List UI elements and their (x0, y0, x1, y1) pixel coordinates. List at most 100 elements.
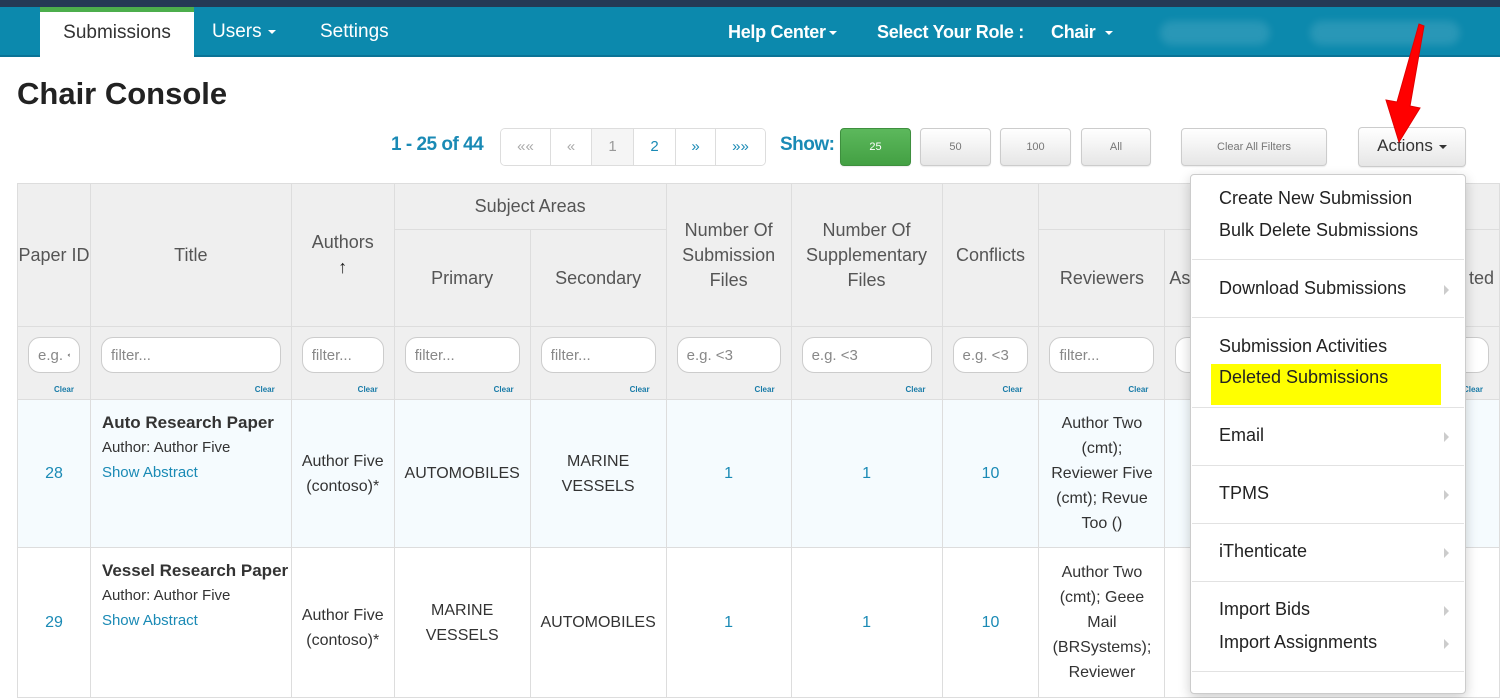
authors-filter-input[interactable] (301, 337, 384, 373)
menu-item-deleted-submissions[interactable]: Deleted Submissions (1219, 367, 1388, 388)
role-label-text: Select Your Role : (877, 22, 1024, 42)
filter-cell-title: Clear (89, 326, 292, 400)
paper-author: Author: Author Five (102, 435, 291, 460)
menu-divider (1192, 581, 1464, 582)
submenu-arrow-icon (1444, 639, 1449, 649)
col-header-conflicts[interactable]: Conflicts (941, 183, 1040, 327)
author-name: Author Five (153, 439, 231, 456)
tab-settings[interactable]: Settings (320, 7, 389, 57)
menu-item-ithenticate[interactable]: iThenticate (1219, 541, 1307, 562)
clear-filter-link[interactable]: Clear (494, 385, 514, 394)
caret-down-icon (267, 29, 276, 34)
col-header-num-supplementary-files[interactable]: Number Of Supplementary Files (790, 183, 943, 327)
col-group-subject-areas: Subject Areas (393, 183, 667, 230)
show-label: Show: (780, 134, 835, 155)
filter-cell-reviewers: Clear (1038, 326, 1166, 400)
conflicts-link[interactable]: 10 (982, 465, 1000, 482)
conflicts-filter-input[interactable] (952, 337, 1029, 373)
reviewers-cell: Author Two (cmt); Reviewer Five (cmt); R… (1038, 399, 1166, 548)
menu-item-bulk-delete-submissions[interactable]: Bulk Delete Submissions (1219, 220, 1418, 241)
header-label: Authors (311, 232, 374, 252)
last-page-button[interactable]: »» (716, 129, 765, 165)
col-header-primary[interactable]: Primary (393, 229, 531, 327)
submenu-arrow-icon (1444, 285, 1449, 295)
paper-id-cell: 28 (17, 399, 91, 548)
secondary-cell: AUTOMOBILES (529, 547, 667, 698)
role-selector[interactable]: Chair (1051, 7, 1113, 57)
clear-filter-link[interactable]: Clear (630, 385, 650, 394)
clear-filter-link[interactable]: Clear (1002, 385, 1022, 394)
page-1-button[interactable]: 1 (592, 129, 634, 165)
num-submission-files-filter-input[interactable] (676, 337, 781, 373)
clear-filter-link[interactable]: Clear (905, 385, 925, 394)
num-supplementary-files-cell: 1 (790, 399, 943, 548)
author-label: Author: (101, 587, 151, 604)
help-center-menu[interactable]: Help Center (728, 7, 837, 57)
paper-id-filter-input[interactable] (28, 337, 80, 373)
show-abstract-link[interactable]: Show Abstract (102, 608, 291, 633)
paper-id-link[interactable]: 28 (45, 465, 63, 482)
filter-cell-secondary: Clear (529, 326, 667, 400)
page-size-25-button[interactable]: 25 (840, 128, 911, 166)
header-label: As (1169, 267, 1191, 288)
num-submission-files-cell: 1 (665, 399, 792, 548)
col-header-paper-id[interactable]: Paper ID (17, 183, 91, 327)
clear-filter-link[interactable]: Clear (54, 385, 74, 394)
reviewers-filter-input[interactable] (1049, 337, 1155, 373)
tab-submissions[interactable]: Submissions (40, 7, 194, 58)
num-submission-files-cell: 1 (665, 547, 792, 698)
page-size-50-button[interactable]: 50 (920, 128, 991, 166)
next-page-button[interactable]: » (676, 129, 716, 165)
navbar: Submissions Users Settings Help Center S… (0, 7, 1500, 58)
paper-author: Author: Author Five (102, 583, 291, 608)
menu-divider (1192, 671, 1464, 672)
submenu-arrow-icon (1444, 432, 1449, 442)
num-supplementary-files-link[interactable]: 1 (862, 465, 871, 482)
filter-cell-num-supplementary-files: Clear (790, 326, 943, 400)
col-header-authors[interactable]: Authors ↑ (290, 183, 395, 327)
num-supplementary-files-filter-input[interactable] (801, 337, 932, 373)
paper-id-link[interactable]: 29 (45, 614, 63, 631)
clear-filter-link[interactable]: Clear (1128, 385, 1148, 394)
pagination-range: 1 - 25 of 44 (391, 134, 484, 155)
first-page-button[interactable]: «« (501, 129, 551, 165)
clear-filter-link[interactable]: Clear (755, 385, 775, 394)
menu-divider (1192, 523, 1464, 524)
tab-label: Settings (320, 21, 389, 42)
authors-cell: Author Five (contoso)* (290, 399, 395, 548)
filter-cell-paper-id: Clear (17, 326, 91, 400)
num-submission-files-link[interactable]: 1 (724, 465, 733, 482)
title-filter-input[interactable] (100, 337, 281, 373)
page-2-button[interactable]: 2 (634, 129, 676, 165)
menu-item-submission-activities[interactable]: Submission Activities (1219, 336, 1387, 357)
menu-item-email[interactable]: Email (1219, 425, 1264, 446)
show-abstract-link[interactable]: Show Abstract (102, 460, 291, 485)
menu-divider (1192, 465, 1464, 466)
num-submission-files-link[interactable]: 1 (724, 614, 733, 631)
prev-page-button[interactable]: « (551, 129, 592, 165)
menu-item-create-new-submission[interactable]: Create New Submission (1219, 188, 1412, 209)
menu-item-download-submissions[interactable]: Download Submissions (1219, 278, 1406, 299)
tab-users[interactable]: Users (212, 7, 276, 57)
author-name: Author Five (153, 587, 231, 604)
page-size-all-button[interactable]: All (1081, 128, 1151, 166)
menu-item-import-assignments[interactable]: Import Assignments (1219, 632, 1377, 653)
filter-cell-conflicts: Clear (941, 326, 1040, 400)
col-header-reviewers[interactable]: Reviewers (1038, 229, 1166, 327)
col-header-title[interactable]: Title (89, 183, 292, 327)
secondary-filter-input[interactable] (540, 337, 656, 373)
menu-item-tpms[interactable]: TPMS (1219, 483, 1269, 504)
caret-down-icon (828, 31, 837, 36)
col-header-secondary[interactable]: Secondary (529, 229, 667, 327)
clear-filter-link[interactable]: Clear (358, 385, 378, 394)
menu-item-import-bids[interactable]: Import Bids (1219, 599, 1310, 620)
primary-filter-input[interactable] (404, 337, 520, 373)
sort-up-arrow-icon: ↑ (338, 257, 348, 277)
clear-filter-link[interactable]: Clear (255, 385, 275, 394)
authors-cell: Author Five (contoso)* (290, 547, 395, 698)
clear-all-filters-button[interactable]: Clear All Filters (1181, 128, 1327, 166)
col-header-num-submission-files[interactable]: Number Of Submission Files (665, 183, 792, 327)
conflicts-link[interactable]: 10 (982, 614, 1000, 631)
num-supplementary-files-link[interactable]: 1 (862, 614, 871, 631)
page-size-100-button[interactable]: 100 (1000, 128, 1071, 166)
